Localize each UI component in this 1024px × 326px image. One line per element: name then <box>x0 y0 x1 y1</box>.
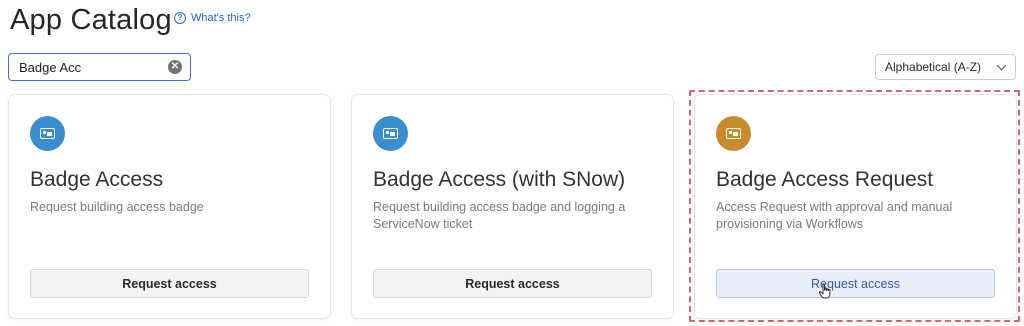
sort-selected-value: Alphabetical (A-Z) <box>885 60 982 74</box>
page-title: App Catalog <box>10 4 172 36</box>
request-access-button[interactable]: Request access <box>30 269 309 298</box>
clear-search-icon[interactable]: ✕ <box>168 60 182 74</box>
badge-icon <box>373 116 408 151</box>
app-description: Access Request with approval and manual … <box>716 200 953 231</box>
whats-this-label: What's this? <box>191 12 251 24</box>
app-name: Badge Access Request <box>716 168 934 191</box>
sort-select[interactable]: Alphabetical (A-Z) <box>875 54 1016 80</box>
question-icon: ? <box>174 12 186 24</box>
app-card: Badge Access Request Access Request with… <box>695 95 1016 318</box>
search-box: ✕ <box>8 53 191 81</box>
app-catalog-page: App Catalog ? What's this? ✕ Alphabetica… <box>0 0 1024 326</box>
app-description: Request building access badge and loggin… <box>373 200 626 231</box>
chevron-down-icon <box>996 60 1007 71</box>
badge-icon <box>30 116 65 151</box>
request-access-button[interactable]: Request access <box>716 269 995 298</box>
app-description: Request building access badge <box>30 200 204 214</box>
request-access-button[interactable]: Request access <box>373 269 652 298</box>
app-card: Badge Access Request building access bad… <box>9 95 330 318</box>
badge-icon <box>716 116 751 151</box>
app-name: Badge Access (with SNow) <box>373 168 626 191</box>
search-input[interactable] <box>9 59 159 75</box>
whats-this-link[interactable]: ? What's this? <box>174 12 251 24</box>
app-card: Badge Access (with SNow) Request buildin… <box>352 95 673 318</box>
app-name: Badge Access <box>30 168 164 191</box>
